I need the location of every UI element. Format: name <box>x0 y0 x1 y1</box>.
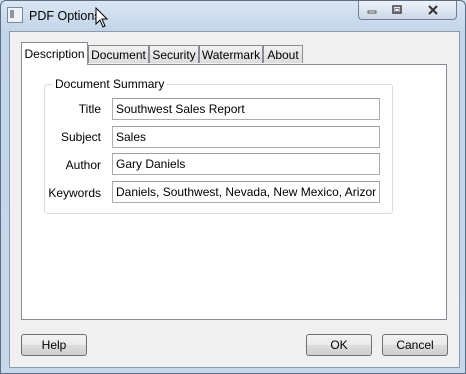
title-bar[interactable]: PDF Options <box>1 1 465 29</box>
dialog-client-area: Description Document Security Watermark … <box>9 31 460 368</box>
ok-button-label: OK <box>330 338 348 352</box>
minimize-icon <box>367 10 377 14</box>
tab-label: Watermark <box>201 47 261 62</box>
title-field[interactable] <box>112 98 380 120</box>
help-button-label: Help <box>41 338 67 352</box>
tab-document[interactable]: Document <box>88 45 149 63</box>
subject-label: Subject <box>60 130 101 144</box>
tab-watermark[interactable]: Watermark <box>199 45 263 63</box>
tab-label: Document <box>91 47 146 62</box>
app-icon <box>7 7 23 23</box>
subject-field[interactable] <box>112 126 380 148</box>
close-button[interactable] <box>410 1 457 20</box>
cancel-button[interactable]: Cancel <box>382 334 448 356</box>
maximize-icon <box>392 5 402 14</box>
maximize-button[interactable] <box>384 1 411 20</box>
tab-about[interactable]: About <box>263 45 303 63</box>
tab-label: Security <box>152 47 196 62</box>
author-label: Author <box>65 158 101 172</box>
close-icon <box>428 5 438 15</box>
tab-panel-description: Document Summary Title Subject Author Ke… <box>21 64 447 320</box>
title-label: Title <box>78 102 101 116</box>
tab-description[interactable]: Description <box>21 42 88 65</box>
dialog-window: PDF Options Description Document Securit… <box>0 0 466 374</box>
minimize-button[interactable] <box>358 1 386 20</box>
tab-security[interactable]: Security <box>149 45 199 63</box>
window-title: PDF Options <box>29 9 101 23</box>
keywords-label: Keywords <box>48 186 101 200</box>
author-field[interactable] <box>112 153 380 175</box>
help-button[interactable]: Help <box>21 334 87 356</box>
keywords-field[interactable] <box>112 181 380 203</box>
tab-label: Description <box>24 47 85 61</box>
tab-label: About <box>267 47 299 62</box>
document-summary-group: Document Summary Title Subject Author Ke… <box>44 77 393 214</box>
cancel-button-label: Cancel <box>396 338 434 352</box>
ok-button[interactable]: OK <box>306 334 372 356</box>
group-legend: Document Summary <box>53 77 167 91</box>
mouse-cursor-icon <box>95 7 109 28</box>
